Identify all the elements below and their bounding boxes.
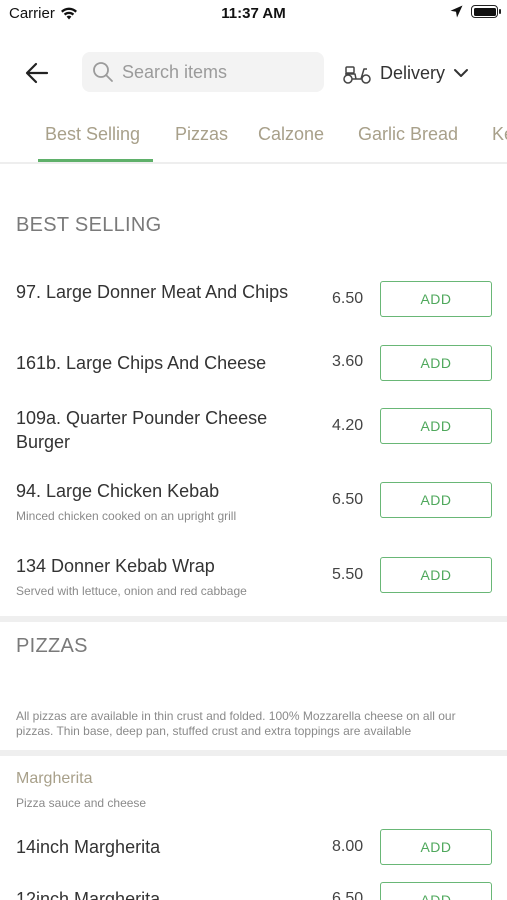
section-title-pizzas: PIZZAS [16,635,88,657]
group-description: Pizza sauce and cheese [16,796,147,810]
status-bar: Carrier 11:37 AM [0,0,507,30]
tab-pizzas[interactable]: Pizzas [175,124,228,145]
location-arrow-icon [450,5,463,18]
delivery-label: Delivery [380,62,446,83]
chevron-down-icon [454,69,469,77]
search-icon [93,62,113,82]
section-note: All pizzas are available in thin crust a… [16,709,456,738]
item-name[interactable]: 14inch Margherita [16,835,306,859]
section-title-best-selling: BEST SELLING [16,214,162,236]
item-description: Served with lettuce, onion and red cabba… [16,584,247,598]
item-description: Minced chicken cooked on an upright gril… [16,509,237,523]
add-button[interactable]: ADD [380,829,492,865]
group-title-margherita: Margherita [16,770,93,787]
item-name[interactable]: 134 Donner Kebab Wrap [16,554,306,578]
add-button[interactable]: ADD [380,482,492,518]
item-price: 3.60 [332,353,364,370]
tab-best-selling[interactable]: Best Selling [45,124,140,145]
search-input[interactable] [122,61,312,83]
section-divider [0,616,507,622]
add-button[interactable]: ADD [380,345,492,381]
item-name[interactable]: 94. Large Chicken Kebab [16,479,306,503]
back-button[interactable] [22,58,52,88]
arrow-left-icon [25,62,49,84]
item-name[interactable]: 161b. Large Chips And Cheese [16,351,306,375]
add-button[interactable]: ADD [380,882,492,900]
add-button[interactable]: ADD [380,281,492,317]
add-button[interactable]: ADD [380,408,492,444]
item-price: 5.50 [332,566,364,583]
item-name[interactable]: 109a. Quarter Pounder Cheese Burger [16,406,306,454]
item-price: 8.00 [332,838,364,855]
item-name[interactable]: 97. Large Donner Meat And Chips [16,280,306,304]
item-price: 6.50 [332,491,364,508]
header: Delivery [0,50,507,94]
tab-garlic-bread[interactable]: Garlic Bread [358,124,458,145]
item-price: 6.50 [332,290,364,307]
search-box[interactable] [82,52,324,92]
delivery-selector[interactable]: Delivery [342,58,469,88]
add-button[interactable]: ADD [380,557,492,593]
item-name[interactable]: 12inch Margherita [16,887,306,900]
clock: 11:37 AM [221,5,286,22]
active-tab-indicator [38,159,153,162]
section-divider [0,750,507,756]
category-tabs: Best Selling Pizzas Calzone Garlic Bread… [0,112,507,164]
tab-calzone[interactable]: Calzone [258,124,324,145]
item-price: 4.20 [332,417,364,434]
scooter-icon [343,66,371,84]
item-price: 6.50 [332,890,364,900]
tab-kebabs[interactable]: Ke [492,124,507,145]
status-indicators [450,5,501,18]
battery-icon [471,5,501,18]
